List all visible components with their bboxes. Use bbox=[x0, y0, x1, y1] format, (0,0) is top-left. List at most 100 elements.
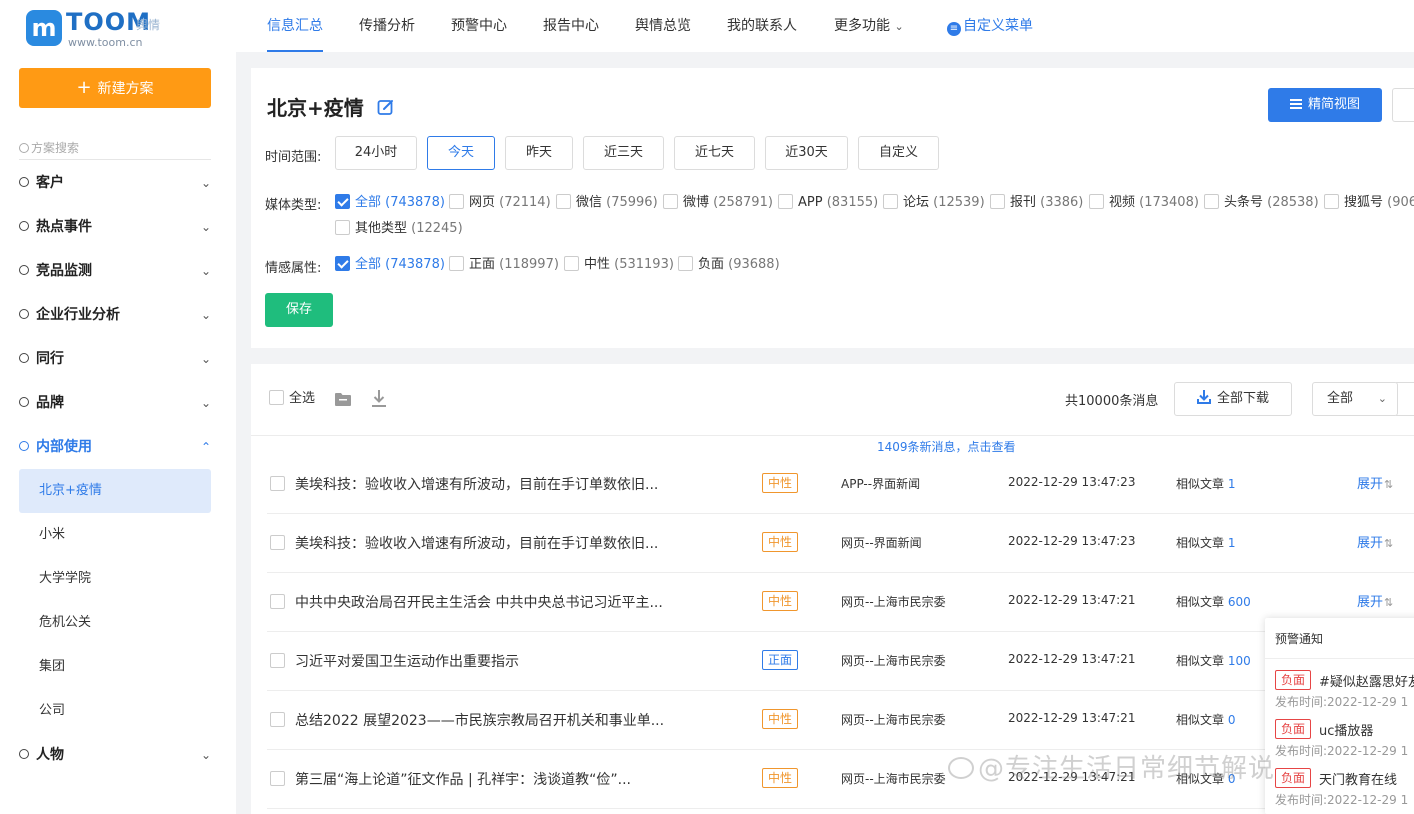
media-checkbox-sohu[interactable]: 搜狐号 (906 bbox=[1324, 194, 1414, 212]
expand-toggle[interactable]: 展开⇅ bbox=[1357, 532, 1393, 551]
sort-select[interactable] bbox=[1396, 382, 1414, 416]
row-checkbox[interactable] bbox=[270, 712, 285, 727]
sidebar-group-brand[interactable]: 品牌 ⌄ bbox=[19, 381, 215, 425]
emotion-checkbox-all[interactable]: 全部 (743878) bbox=[335, 256, 445, 274]
alert-item-text[interactable]: 天门教育在线 bbox=[1319, 769, 1397, 788]
row-checkbox[interactable] bbox=[270, 476, 285, 491]
emotion-checkbox-negative[interactable]: 负面 (93688) bbox=[678, 256, 780, 274]
plan-search-input[interactable]: 方案搜索 bbox=[19, 136, 211, 160]
time-30days-button[interactable]: 近30天 bbox=[765, 136, 848, 170]
similar-articles[interactable]: 相似文章 1 bbox=[1176, 475, 1235, 492]
tab-opinion-overview[interactable]: 舆情总览 bbox=[635, 0, 691, 52]
compact-view-button[interactable]: 精简视图 bbox=[1268, 88, 1382, 122]
media-checkbox-forum[interactable]: 论坛 (12539) bbox=[883, 194, 985, 212]
time-3days-button[interactable]: 近三天 bbox=[583, 136, 664, 170]
sidebar-group-internal[interactable]: 内部使用 ⌃ bbox=[19, 425, 215, 469]
message-title[interactable]: 美埃科技：验收收入增速有所波动，目前在手订单数依旧... bbox=[295, 474, 715, 494]
sidebar-group-hot-events[interactable]: 热点事件 ⌄ bbox=[19, 205, 215, 249]
type-select-value: 全部 bbox=[1327, 391, 1354, 406]
message-row[interactable]: 美埃科技：验收收入增速有所波动，目前在手订单数依旧... 中性 APP--界面新… bbox=[267, 455, 1414, 514]
edit-icon[interactable] bbox=[377, 98, 395, 116]
more-view-button[interactable] bbox=[1392, 88, 1414, 122]
sidebar-item-crisis-pr[interactable]: 危机公关 bbox=[19, 601, 211, 645]
message-title[interactable]: 总结2022 展望2023——市民族宗教局召开机关和事业单... bbox=[295, 710, 715, 730]
sidebar-item-xiaomi[interactable]: 小米 bbox=[19, 513, 211, 557]
row-checkbox[interactable] bbox=[270, 653, 285, 668]
chevron-down-icon: ⌄ bbox=[1377, 392, 1387, 405]
message-row[interactable]: 总结2022 展望2023——市民族宗教局召开机关和事业单... 中性 网页--… bbox=[267, 691, 1414, 750]
message-title[interactable]: 美埃科技：验收收入增速有所波动，目前在手订单数依旧... bbox=[295, 533, 715, 553]
message-title[interactable]: 中共中央政治局召开民主生活会 中共中央总书记习近平主... bbox=[295, 592, 715, 612]
checkbox-label: APP bbox=[798, 195, 823, 210]
tab-info-summary[interactable]: 信息汇总 bbox=[267, 0, 323, 52]
alert-item-text[interactable]: uc播放器 bbox=[1319, 720, 1373, 739]
row-checkbox[interactable] bbox=[270, 594, 285, 609]
media-checkbox-newspaper[interactable]: 报刊 (3386) bbox=[990, 194, 1083, 212]
total-count: 共10000条消息 bbox=[1065, 394, 1159, 409]
new-plan-button[interactable]: + 新建方案 bbox=[19, 68, 211, 108]
emotion-checkbox-positive[interactable]: 正面 (118997) bbox=[449, 256, 559, 274]
tab-spread-analysis[interactable]: 传播分析 bbox=[359, 0, 415, 52]
new-messages-link[interactable]: 1409条新消息，点击查看 bbox=[877, 438, 1016, 455]
media-checkbox-all[interactable]: 全部 (743878) bbox=[335, 194, 445, 212]
similar-articles[interactable]: 相似文章 1 bbox=[1176, 534, 1235, 551]
message-title[interactable]: 习近平对爱国卫生运动作出重要指示 bbox=[295, 651, 715, 671]
sidebar-item-group[interactable]: 集团 bbox=[19, 645, 211, 689]
tab-alert-center[interactable]: 预警中心 bbox=[451, 0, 507, 52]
similar-articles[interactable]: 相似文章 0 bbox=[1176, 711, 1235, 728]
folder-icon[interactable] bbox=[335, 392, 351, 406]
checkbox-label: 微信 bbox=[576, 195, 603, 210]
media-checkbox-app[interactable]: APP (83155) bbox=[778, 194, 878, 212]
expand-toggle[interactable]: 展开⇅ bbox=[1357, 473, 1393, 492]
media-checkbox-toutiao[interactable]: 头条号 (28538) bbox=[1204, 194, 1319, 212]
sidebar-group-industry[interactable]: 企业行业分析 ⌄ bbox=[19, 293, 215, 337]
sidebar-group-label: 热点事件 bbox=[36, 219, 92, 235]
media-checkbox-other[interactable]: 其他类型 (12245) bbox=[335, 220, 463, 238]
similar-articles[interactable]: 相似文章 600 bbox=[1176, 593, 1251, 610]
message-row[interactable]: 习近平对爱国卫生运动作出重要指示 正面 网页--上海市民宗委 2022-12-2… bbox=[267, 632, 1414, 691]
tab-report-center[interactable]: 报告中心 bbox=[543, 0, 599, 52]
sidebar-group-people[interactable]: 人物 ⌄ bbox=[19, 733, 215, 777]
time-7days-button[interactable]: 近七天 bbox=[674, 136, 755, 170]
select-all-checkbox[interactable]: 全选 bbox=[269, 390, 315, 408]
media-checkbox-web[interactable]: 网页 (72114) bbox=[449, 194, 551, 212]
checkbox-box bbox=[564, 256, 579, 271]
alert-item-text[interactable]: #疑似赵露思好友 bbox=[1319, 671, 1414, 690]
time-custom-button[interactable]: 自定义 bbox=[858, 136, 939, 170]
sidebar-group-customer[interactable]: 客户 ⌄ bbox=[19, 161, 215, 205]
circle-icon bbox=[19, 749, 29, 759]
sidebar-group-label: 内部使用 bbox=[36, 439, 92, 455]
media-checkbox-video[interactable]: 视频 (173408) bbox=[1089, 194, 1199, 212]
chevron-down-icon: ⌄ bbox=[200, 220, 211, 234]
sidebar-item-beijing-epidemic[interactable]: 北京+疫情 bbox=[19, 469, 211, 513]
sidebar-group-competitors[interactable]: 竞品监测 ⌄ bbox=[19, 249, 215, 293]
message-title[interactable]: 第三届“海上论道”征文作品 | 孔祥宇：浅谈道教“俭”... bbox=[295, 769, 715, 789]
media-checkbox-wechat[interactable]: 微信 (75996) bbox=[556, 194, 658, 212]
time-yesterday-button[interactable]: 昨天 bbox=[505, 136, 573, 170]
time-today-button[interactable]: 今天 bbox=[427, 136, 495, 170]
message-row[interactable]: 中共中央政治局召开民主生活会 中共中央总书记习近平主... 中性 网页--上海市… bbox=[267, 573, 1414, 632]
similar-articles[interactable]: 相似文章 100 bbox=[1176, 652, 1251, 669]
save-button[interactable]: 保存 bbox=[265, 293, 333, 327]
download-all-button[interactable]: 全部下载 bbox=[1174, 382, 1292, 416]
row-checkbox[interactable] bbox=[270, 535, 285, 550]
row-checkbox[interactable] bbox=[270, 771, 285, 786]
expand-label: 展开 bbox=[1357, 477, 1384, 492]
tab-more-features[interactable]: 更多功能 ⌄ bbox=[834, 0, 904, 52]
sidebar-item-university[interactable]: 大学学院 bbox=[19, 557, 211, 601]
time-24h-button[interactable]: 24小时 bbox=[335, 136, 417, 170]
brand-logo[interactable]: m TOOM 舆情 www.toom.cn bbox=[24, 8, 174, 50]
custom-menu-link[interactable]: ≡ 自定义菜单 bbox=[947, 0, 1033, 52]
message-row[interactable]: 美埃科技：验收收入增速有所波动，目前在手订单数依旧... 中性 网页--界面新闻… bbox=[267, 514, 1414, 573]
message-source: 网页--上海市民宗委 bbox=[841, 713, 946, 727]
download-icon[interactable] bbox=[372, 390, 386, 407]
sidebar-group-peers[interactable]: 同行 ⌄ bbox=[19, 337, 215, 381]
tab-my-contacts[interactable]: 我的联系人 bbox=[727, 0, 797, 52]
sidebar-item-company[interactable]: 公司 bbox=[19, 689, 211, 733]
emotion-checkbox-neutral[interactable]: 中性 (531193) bbox=[564, 256, 674, 274]
type-select[interactable]: 全部 ⌄ bbox=[1312, 382, 1398, 416]
expand-toggle[interactable]: 展开⇅ bbox=[1357, 591, 1393, 610]
media-checkbox-weibo[interactable]: 微博 (258791) bbox=[663, 194, 773, 212]
download-icon bbox=[1196, 390, 1211, 404]
similar-count: 1 bbox=[1227, 536, 1236, 550]
